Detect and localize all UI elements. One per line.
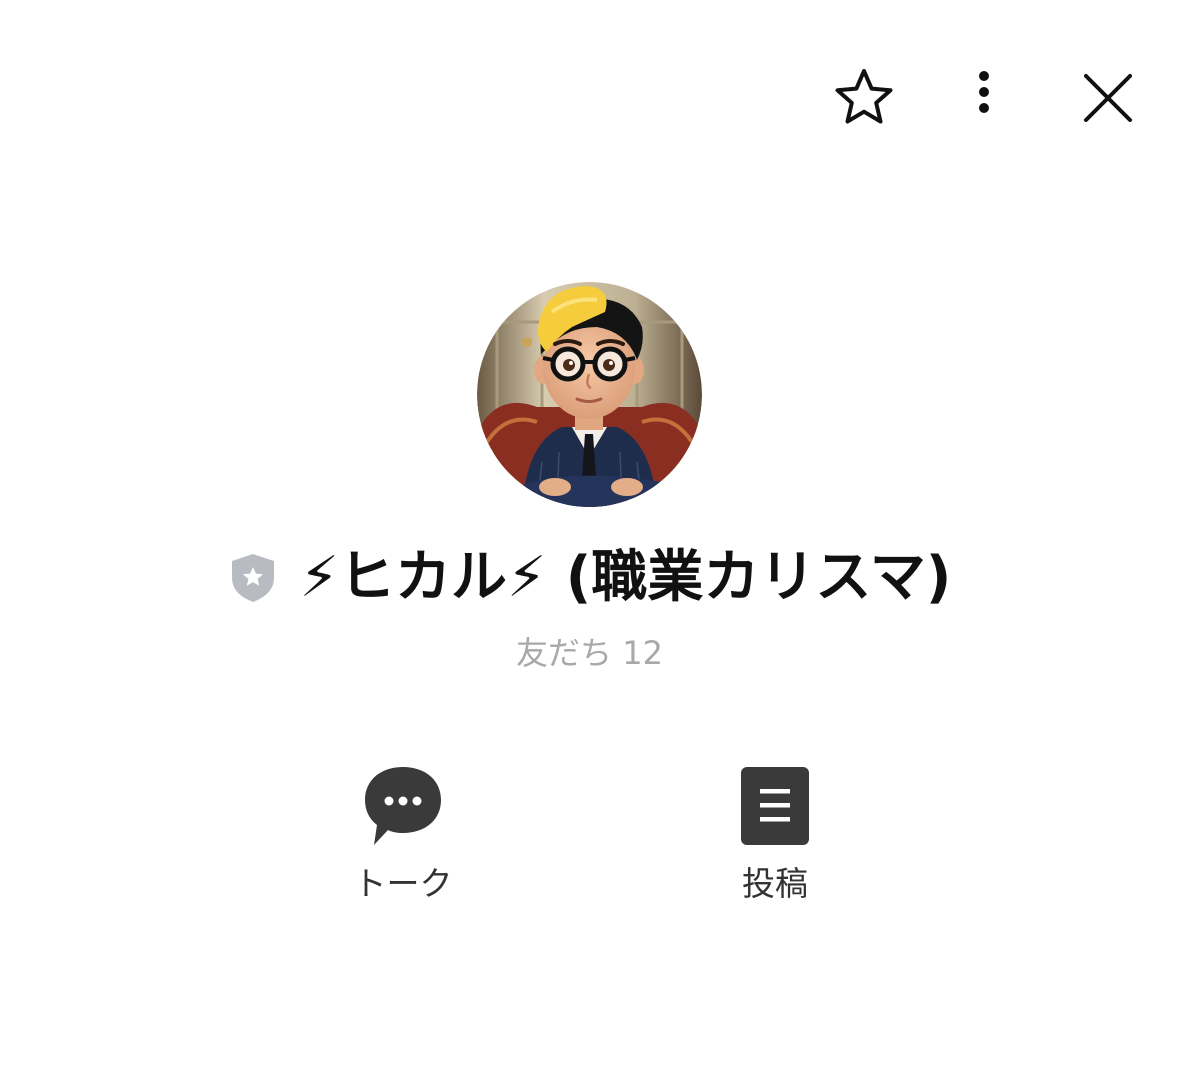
star-icon — [835, 69, 893, 124]
posts-label: 投稿 — [742, 864, 808, 903]
friends-count: 12 — [622, 634, 663, 672]
posts-button[interactable]: 投稿 — [675, 762, 875, 906]
talk-label: トーク — [353, 864, 453, 903]
profile-name-row: ⚡ヒカル⚡ (職業カリスマ) — [0, 535, 1179, 621]
friends-label: 友だち — [516, 634, 613, 672]
close-icon — [1084, 74, 1132, 122]
profile-avatar[interactable] — [477, 282, 702, 507]
profile-screen: ⚡ヒカル⚡ (職業カリスマ) 友だち 12 トーク 投稿 — [0, 0, 1179, 1091]
more-vertical-icon — [979, 71, 989, 113]
more-options-button[interactable] — [950, 62, 1018, 134]
avatar-image — [477, 282, 702, 507]
posts-list-icon — [740, 762, 810, 850]
favorite-button[interactable] — [828, 62, 900, 134]
chat-bubble-icon — [362, 762, 444, 850]
talk-button[interactable]: トーク — [303, 762, 503, 906]
profile-name: ⚡ヒカル⚡ (職業カリスマ) — [299, 545, 952, 610]
shield-star-icon — [228, 551, 278, 605]
close-button[interactable] — [1072, 62, 1144, 134]
friends-count-row: 友だち 12 — [0, 630, 1179, 676]
